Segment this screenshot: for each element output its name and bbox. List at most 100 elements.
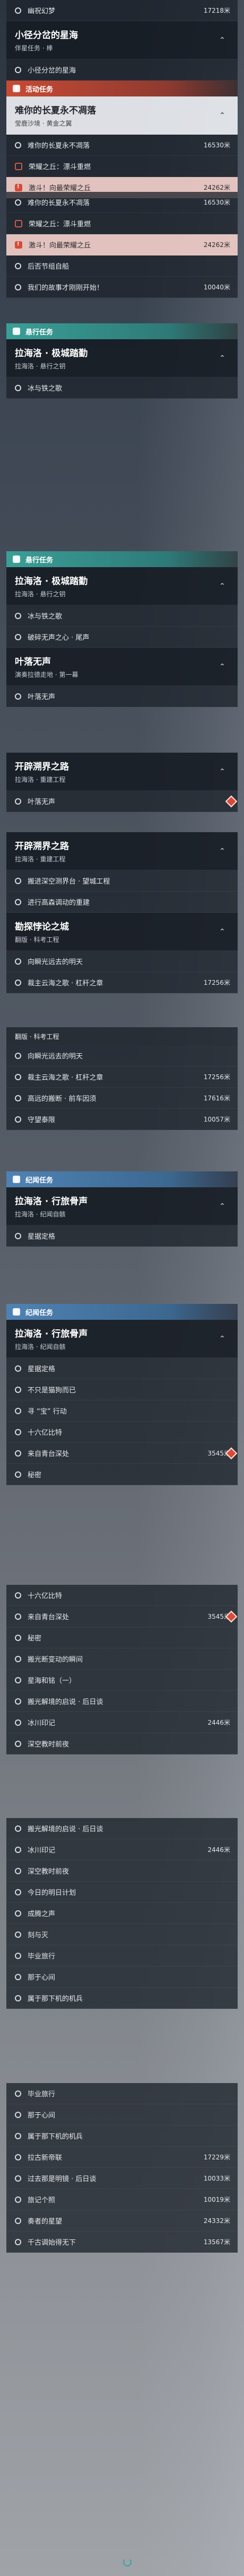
quest-step-row[interactable]: 守望泰限 10057米 [6,1109,238,1130]
quest-step-row[interactable]: 来自青台深处 3545米 [6,1443,238,1464]
quest-step-row[interactable]: 寻 “宝” 行动 [6,1400,238,1422]
quest-step-row[interactable]: 刻与灭 [6,1924,238,1945]
quest-step-row[interactable]: 激斗！向最荣耀之丘 24262米 [6,234,238,255]
step-circle-icon [15,612,21,619]
quest-step-row[interactable]: 属于那下机的机兵 [6,1988,238,2009]
quest-step-row[interactable]: 千古调始得无下 13567米 [6,2231,238,2253]
step-label: 毕业旅行 [28,2090,56,2098]
quest-step-row[interactable]: 冰与铁之歌 [6,377,238,399]
quest-step-row[interactable]: 裁主云海之歌 · 杠杆之章 17256米 [6,1066,238,1088]
quest-title: 拉海洛 · 极城踏勤 [15,576,88,587]
quest-panel: 开辟溯界之路 拉海洛 · 重建工程 ⌃ 叶落无声 [6,753,238,812]
chevron-up-icon[interactable]: ⌃ [215,660,229,674]
quest-step-row[interactable]: 今日的明日计划 [6,1882,238,1903]
quest-step-row[interactable]: 过去那是明镜 · 后日谈 10033米 [6,2168,238,2189]
quest-title: 开辟溯界之路 [15,841,69,852]
quest-step-row[interactable]: 冰与铁之歌 [6,605,238,627]
quest-card[interactable]: 拉海洛 · 行旅骨声 拉海洛 · 纪闻自骸 ⌃ [6,1320,238,1358]
quest-step-row[interactable]: 十六亿比特 [6,1585,238,1606]
quest-step-row[interactable]: 破碎无声之心 · 尾声 [6,627,238,648]
quest-step-row[interactable]: 荣耀之丘：漂斗重燃 [6,213,238,234]
quest-step-row[interactable]: 毕业旅行 [6,1945,238,1966]
quest-step-row[interactable]: 深空教时前夜 [6,1860,238,1882]
quest-step-row[interactable]: 难你的长夏永不凋落 16530米 [6,192,238,213]
quest-card[interactable]: 勘探悖论之城 翻版 · 科考工程 ⌃ [6,913,238,951]
section-header[interactable]: 纪闻任务 [6,1304,238,1320]
quest-card[interactable]: 小径分岔的星海 伴星任务 · 棒 ⌃ [6,21,238,59]
quest-step-row[interactable]: 星海和铭（一） [6,1670,238,1691]
section-header[interactable]: 活动任务 [6,81,238,96]
chevron-up-icon[interactable]: ⌃ [215,33,229,47]
quest-step-row[interactable]: 毕业旅行 [6,2083,238,2104]
quest-step-row[interactable]: 幽祝幻梦 17218米 [6,0,238,21]
quest-step-row[interactable]: 裁主云海之歌 · 杠杆之章 17256米 [6,972,238,993]
quest-step-row[interactable]: 叶落无声 [6,686,238,707]
chevron-up-icon[interactable]: ⌃ [215,844,229,858]
quest-step-row[interactable]: 小径分岔的星海 [6,59,238,81]
quest-card[interactable]: 开辟溯界之路 拉海洛 · 重建工程 ⌃ [6,753,238,791]
quest-panel: 搬光解境的启说 · 后日谈 冰川印记 2446米 深空教时前夜 今日的明日计划 成腾之声刻… [6,1818,238,2009]
quest-step-row[interactable]: 向瞬光远去的明天 [6,1045,238,1066]
section-header[interactable]: 悬行任务 [6,551,238,567]
quest-step-row[interactable]: 向瞬光远去的明天 [6,951,238,972]
quest-step-row[interactable]: 搬光解境的启说 · 后日谈 [6,1691,238,1712]
quest-card[interactable]: 叶落无声 演奏拉德走地 · 第一幕 ⌃ [6,648,238,686]
quest-step-row[interactable]: 奏者的星望 24332米 [6,2210,238,2231]
quest-step-row[interactable]: 搬光断变动的瞬间 [6,1648,238,1670]
step-label: 难你的长夏永不凋落 [28,142,90,150]
quest-step-row[interactable]: 荣耀之丘：漂斗重燃 [6,156,238,177]
chevron-up-icon[interactable]: ⌃ [215,109,229,122]
quest-step-row[interactable]: 秘密 [6,1627,238,1648]
quest-step-row[interactable]: 深空教时前夜 [6,1733,238,1754]
step-circle-icon [15,1825,21,1832]
quest-step-row[interactable]: 搬进深空测界台 · 望城工程 [6,870,238,892]
chevron-up-icon[interactable]: ⌃ [215,1332,229,1346]
quest-step-row[interactable]: 成腾之声 [6,1903,238,1924]
step-circle-icon [15,262,21,269]
quest-card[interactable]: 拉海洛 · 极城踏勤 拉海洛 · 悬行之钥 ⌃ [6,339,238,377]
quest-card[interactable]: 拉海洛 · 极城踏勤 拉海洛 · 悬行之钥 ⌃ [6,567,238,605]
chevron-up-icon[interactable]: ⌃ [215,925,229,939]
step-label: 属于那下机的机兵 [28,2133,83,2141]
quest-step-row[interactable]: 秘密 [6,1464,238,1485]
chevron-up-icon[interactable]: ⌃ [215,1199,229,1213]
quest-step-row[interactable]: 后否节组自船 [6,255,238,277]
quest-step-row[interactable]: 搬光解境的启说 · 后日谈 [6,1818,238,1839]
quest-step-row[interactable]: 冰川印记 2446米 [6,1712,238,1733]
section-header[interactable]: 悬行任务 [6,323,238,339]
step-label: 裁主云海之歌 · 杠杆之章 [28,980,103,987]
step-circle-icon [15,1095,21,1101]
chevron-up-icon[interactable]: ⌃ [215,765,229,779]
quest-step-row[interactable]: 冰川印记 2446米 [6,1839,238,1860]
quest-card[interactable]: 拉海洛 · 行旅骨声 拉海洛 · 纪闻自骸 ⌃ [6,1187,238,1225]
quest-step-row[interactable]: 星据定格 [6,1225,238,1247]
quest-step-row[interactable]: 属于那下机的机兵 [6,2125,238,2147]
quest-step-row[interactable]: 拉古新帝联 17229米 [6,2147,238,2168]
quest-step-row[interactable]: 进行高森调动的重建 [6,892,238,913]
quest-step-row[interactable]: 来自青台深处 3545米 [6,1606,238,1627]
quest-card[interactable]: 开辟溯界之路 拉海洛 · 重建工程 ⌃ [6,832,238,870]
quest-step-row[interactable]: 星据定格 [6,1358,238,1379]
step-label: 深空教时前夜 [28,1741,69,1749]
chevron-up-icon[interactable]: ⌃ [215,579,229,593]
quest-step-row[interactable]: 旅记个照 10019米 [6,2189,238,2210]
quest-step-row[interactable]: 难你的长夏永不凋落 16530米 [6,135,238,156]
quest-title: 拉海洛 · 极城踏勤 [15,348,88,359]
quest-step-row[interactable]: 叶落无声 [6,791,238,812]
step-label: 激斗！向最荣耀之丘 [29,184,91,192]
quest-step-row[interactable]: 不只是猫狗而已 [6,1379,238,1400]
chevron-up-icon[interactable]: ⌃ [215,351,229,365]
step-circle-icon [15,2217,21,2224]
step-circle-icon [15,1365,21,1372]
step-circle-icon [15,1867,21,1874]
quest-step-row[interactable]: 十六亿比特 [6,1422,238,1443]
quest-step-row[interactable]: 我们的故事才刚刚开始！ 10040米 [6,277,238,298]
quest-subtitle: 拉海洛 · 纪闻自骸 [15,1343,66,1351]
story-icon [13,1176,20,1183]
quest-step-row[interactable]: 那于心间 [6,1966,238,1988]
quest-card-text: 开辟溯界之路 拉海洛 · 重建工程 [15,839,215,863]
quest-card[interactable]: 难你的长夏永不凋落 莹鹿沙境 · 黄金之翼 ⌃ [6,96,238,135]
section-header[interactable]: 纪闻任务 [6,1171,238,1187]
quest-step-row[interactable]: 高远的搬断 · 前车因须 17616米 [6,1088,238,1109]
quest-step-row[interactable]: 那于心间 [6,2104,238,2125]
